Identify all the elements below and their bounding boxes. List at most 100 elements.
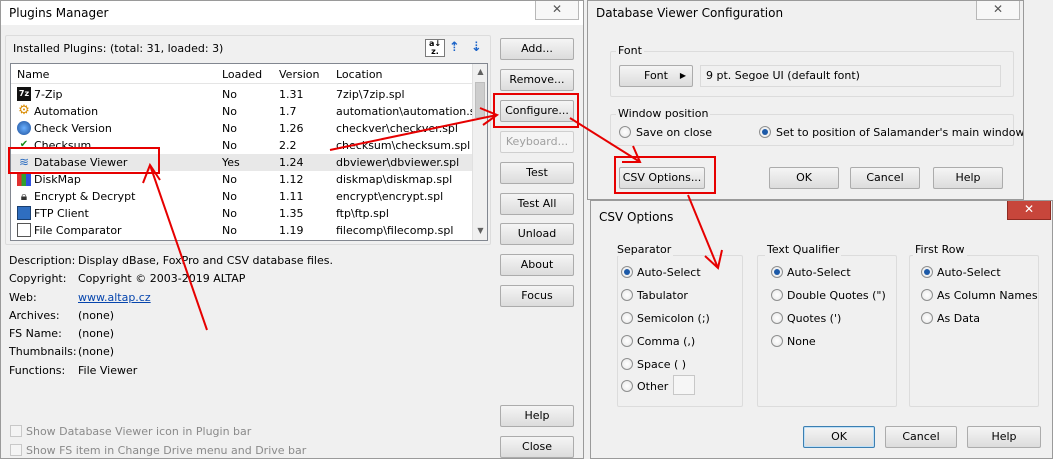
help-button[interactable]: Help [967, 426, 1041, 448]
add-button[interactable]: Add... [500, 38, 574, 60]
font-button[interactable]: Font ▶ [619, 65, 693, 87]
qualifier-double-quotes-radio[interactable] [771, 289, 783, 301]
show-fs-checkbox[interactable] [10, 444, 22, 456]
column-header-version[interactable]: Version [279, 68, 319, 81]
plugin-loaded: No [222, 173, 237, 186]
window-title: Database Viewer Configuration [596, 6, 784, 20]
first-row-title: First Row [913, 243, 967, 256]
plugin-name: Encrypt & Decrypt [34, 190, 136, 203]
save-on-close-label: Save on close [636, 126, 713, 139]
first-row-data-radio[interactable] [921, 312, 933, 324]
table-row[interactable]: FTP Client No 1.35 ftp\ftp.spl [11, 205, 473, 222]
plugin-loaded: No [222, 122, 237, 135]
column-header-name[interactable]: Name [17, 68, 49, 81]
plugin-name: FTP Client [34, 207, 89, 220]
separator-semicolon-radio[interactable] [621, 312, 633, 324]
a-z-sort-icon[interactable]: a↓ z. [425, 39, 445, 57]
ok-button[interactable]: OK [769, 167, 839, 189]
about-button[interactable]: About [500, 254, 574, 276]
close-button[interactable]: Close [500, 436, 574, 458]
set-position-radio[interactable] [759, 126, 771, 138]
scroll-down-icon[interactable]: ▼ [473, 226, 487, 235]
table-row[interactable]: Check Version No 1.26 checkver\checkver.… [11, 120, 473, 137]
separator-title: Separator [615, 243, 674, 256]
separator-auto-radio[interactable] [621, 266, 633, 278]
plugin-location: 7zip\7zip.spl [336, 88, 405, 101]
move-up-icon[interactable]: ⇡ [449, 40, 463, 56]
show-icon-checkbox[interactable] [10, 425, 22, 437]
automation-icon: ⚙ [18, 103, 30, 118]
text-qualifier-title: Text Qualifier [765, 243, 842, 256]
column-header-loaded[interactable]: Loaded [222, 68, 262, 81]
focus-button[interactable]: Focus [500, 285, 574, 307]
test-button[interactable]: Test [500, 162, 574, 184]
cancel-button[interactable]: Cancel [885, 426, 957, 448]
set-position-label: Set to position of Salamander's main win… [776, 126, 1024, 139]
save-on-close-radio[interactable] [619, 126, 631, 138]
web-label: Web: [9, 291, 37, 304]
keyboard-button[interactable]: Keyboard... [500, 131, 574, 153]
plugin-version: 1.26 [279, 122, 304, 135]
separator-option-label: Semicolon (;) [637, 312, 710, 325]
separator-space-radio[interactable] [621, 358, 633, 370]
plugin-loaded: No [222, 207, 237, 220]
plugin-name: 7-Zip [34, 88, 63, 101]
csv-options-window: CSV Options ✕ Separator Auto-Select Tabu… [590, 200, 1053, 459]
scroll-up-icon[interactable]: ▲ [473, 67, 487, 76]
first-row-auto-radio[interactable] [921, 266, 933, 278]
plugins-list-header: Name Loaded Version Location [11, 64, 473, 84]
help-button[interactable]: Help [500, 405, 574, 427]
archives-label: Archives: [9, 309, 60, 322]
plugin-version: 1.31 [279, 88, 304, 101]
font-group-label: Font [616, 44, 644, 57]
scrollbar-thumb[interactable] [475, 82, 485, 118]
ok-button[interactable]: OK [803, 426, 875, 448]
help-button[interactable]: Help [933, 167, 1003, 189]
annotation-box-database-viewer [8, 147, 160, 174]
plugins-manager-window: Plugins Manager ✕ Installed Plugins: (to… [0, 0, 584, 459]
cancel-button[interactable]: Cancel [850, 167, 920, 189]
close-icon[interactable]: ✕ [1007, 201, 1051, 220]
thumbnails-label: Thumbnails: [9, 345, 77, 358]
separator-tabulator-radio[interactable] [621, 289, 633, 301]
separator-comma-radio[interactable] [621, 335, 633, 347]
other-separator-input[interactable] [673, 375, 695, 395]
first-row-option-label: As Data [937, 312, 981, 325]
close-icon[interactable]: ✕ [535, 1, 579, 20]
annotation-box-configure [493, 93, 579, 128]
plugin-version: 1.12 [279, 173, 304, 186]
separator-option-label: Comma (,) [637, 335, 696, 348]
plugin-loaded: No [222, 139, 237, 152]
table-row[interactable]: 🔒︎ Encrypt & Decrypt No 1.11 encrypt\enc… [11, 188, 473, 205]
qualifier-auto-radio[interactable] [771, 266, 783, 278]
separator-other-radio[interactable] [621, 380, 633, 392]
plugin-version: 1.35 [279, 207, 304, 220]
plugin-loaded: No [222, 105, 237, 118]
plugins-list-scrollbar[interactable]: ▲ ▼ [472, 64, 487, 240]
fsname-value: (none) [78, 327, 115, 340]
separator-option-label: Auto-Select [637, 266, 701, 279]
column-header-location[interactable]: Location [336, 68, 383, 81]
web-link[interactable]: www.altap.cz [78, 291, 151, 304]
test-all-button[interactable]: Test All [500, 193, 574, 215]
qualifier-option-label: Quotes (') [787, 312, 842, 325]
unload-button[interactable]: Unload [500, 223, 574, 245]
qualifier-none-radio[interactable] [771, 335, 783, 347]
first-row-column-names-radio[interactable] [921, 289, 933, 301]
table-row[interactable]: ⚙ Automation No 1.7 automation\automatio… [11, 103, 485, 120]
show-icon-label: Show Database Viewer icon in Plugin bar [26, 425, 252, 438]
remove-button[interactable]: Remove... [500, 69, 574, 91]
close-icon[interactable]: ✕ [976, 1, 1020, 20]
table-row[interactable]: 7z 7-Zip No 1.31 7zip\7zip.spl [11, 86, 473, 103]
table-row[interactable]: File Comparator No 1.19 filecomp\filecom… [11, 222, 473, 239]
plugin-name: Automation [34, 105, 99, 118]
plugin-version: 2.2 [279, 139, 297, 152]
qualifier-quotes-radio[interactable] [771, 312, 783, 324]
move-down-icon[interactable]: ⇣ [471, 40, 485, 56]
font-value: 9 pt. Segoe UI (default font) [706, 69, 860, 82]
plugin-loaded: No [222, 88, 237, 101]
filecomp-icon [17, 223, 31, 237]
plugin-version: 1.19 [279, 224, 304, 237]
lock-icon: 🔒︎ [20, 189, 28, 203]
window-title: CSV Options [599, 210, 674, 224]
